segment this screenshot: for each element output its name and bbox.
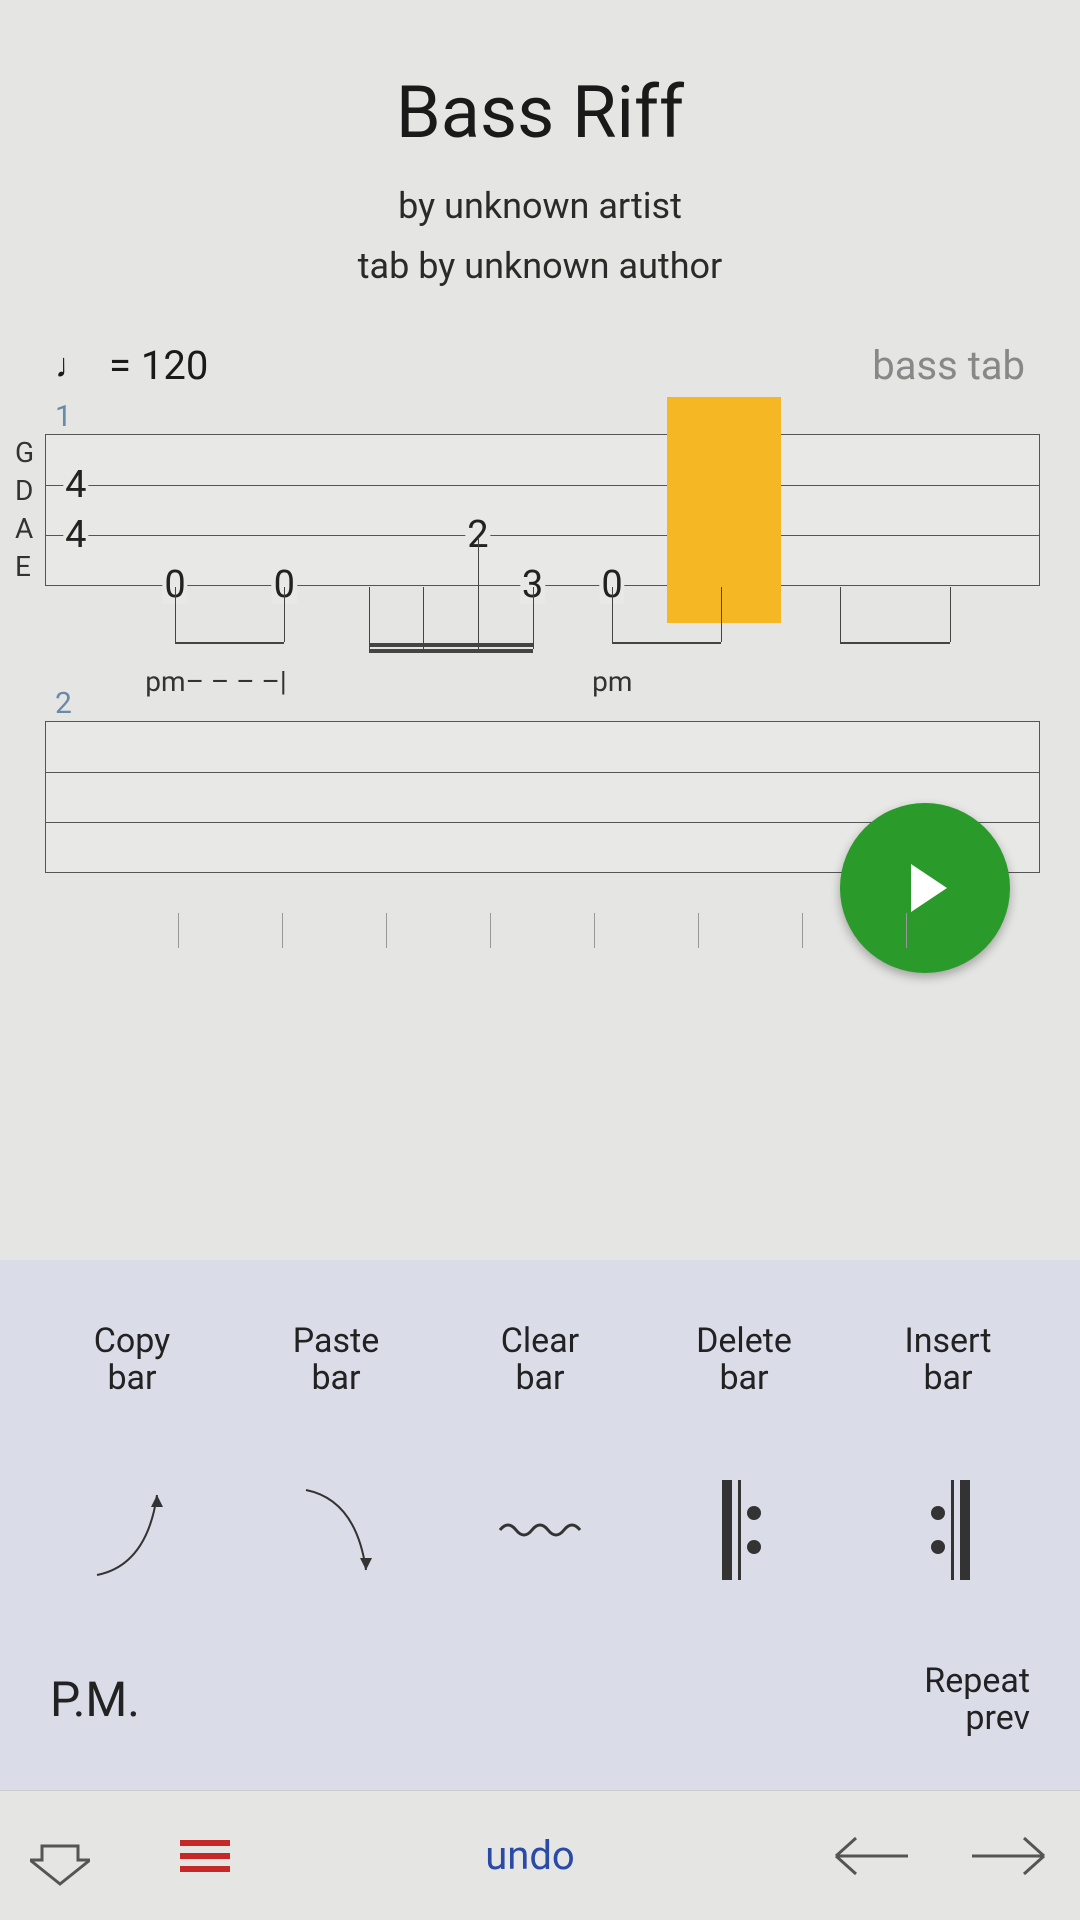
beat-ticks [55,913,1000,948]
string-label: D [15,472,37,510]
undo-button[interactable]: undo [230,1832,830,1879]
delete-bar-button[interactable]: Delete bar [652,1323,836,1398]
palm-mute-marker: pm [592,665,632,698]
stave-bar-1[interactable]: G D A E 4 4 0 0 2 3 0 [15,434,1040,586]
string-label: E [15,548,37,586]
palm-mute-marker: pm– – – –| [145,665,286,698]
stave-bar-2[interactable] [15,721,1040,873]
string-label: G [15,434,37,472]
prev-arrow-icon[interactable] [830,1831,910,1881]
bend-up-icon[interactable] [40,1475,224,1585]
beam-group [46,587,1039,667]
quarter-note-icon: ♩ [55,346,89,386]
bar-number-1: 1 [15,399,1040,434]
tempo-value: = 120 [109,342,208,389]
string-label: A [15,510,37,548]
vibrato-icon[interactable] [448,1475,632,1585]
bend-down-icon[interactable] [244,1475,428,1585]
author-line[interactable]: tab by unknown author [0,245,1080,287]
copy-bar-button[interactable]: Copy bar [40,1323,224,1398]
paste-bar-button[interactable]: Paste bar [244,1323,428,1398]
bottom-navigation-bar: undo [0,1790,1080,1920]
stave-grid-1[interactable]: 4 4 0 0 2 3 0 [45,434,1040,586]
fret-note[interactable]: 4 [63,466,88,504]
song-title[interactable]: Bass Riff [0,70,1080,155]
string-names: G D A E [15,434,45,586]
editor-toolbar: Copy bar Paste bar Clear bar Delete bar … [0,1260,1080,1790]
clear-bar-button[interactable]: Clear bar [448,1323,632,1398]
repeat-end-icon[interactable] [856,1475,1040,1585]
palm-mute-button[interactable]: P.M. [50,1674,140,1727]
repeat-prev-button[interactable]: Repeat prev [924,1663,1030,1738]
tab-editor-area[interactable]: 1 G D A E 4 4 0 0 2 3 0 [0,399,1080,948]
header-section: Bass Riff by unknown artist tab by unkno… [0,0,1080,287]
tempo-display[interactable]: ♩ = 120 [55,342,208,389]
insert-bar-button[interactable]: Insert bar [856,1323,1040,1398]
meta-row: ♩ = 120 bass tab [0,287,1080,399]
menu-icon[interactable] [180,1838,230,1874]
next-arrow-icon[interactable] [970,1831,1050,1881]
collapse-icon[interactable] [30,1826,90,1886]
repeat-start-icon[interactable] [652,1475,836,1585]
track-type-label[interactable]: bass tab [872,342,1025,389]
fret-note[interactable]: 4 [63,516,88,554]
artist-line[interactable]: by unknown artist [0,185,1080,227]
